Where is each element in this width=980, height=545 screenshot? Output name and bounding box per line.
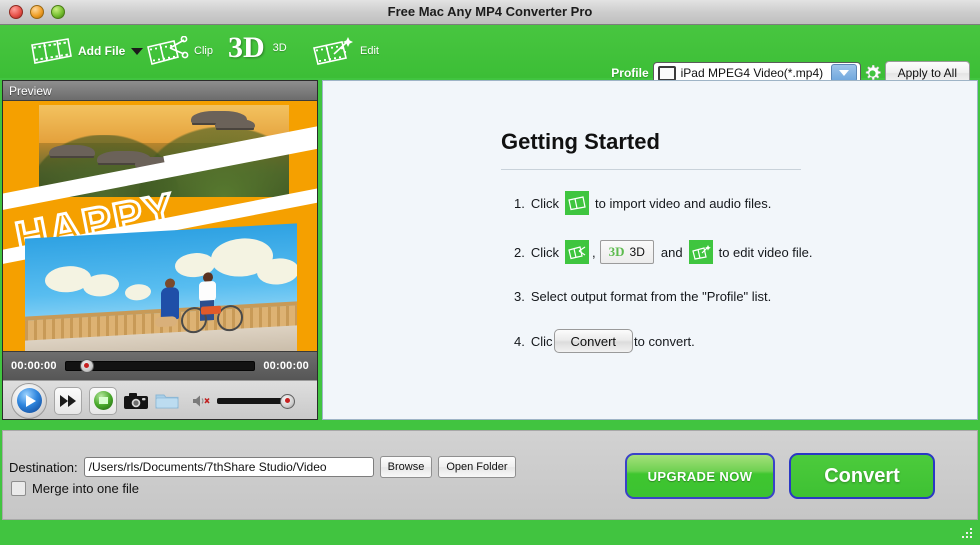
- green-separator: [0, 420, 980, 430]
- step-4: 4. Clic Convert to convert.: [511, 329, 971, 353]
- convert-button-illustration-label: Convert: [570, 333, 617, 349]
- toolbar-item-3d[interactable]: 3D 3D: [228, 33, 287, 63]
- step-1: 1. Click to import video and audio files…: [511, 191, 971, 215]
- magic-wand-film-icon[interactable]: [688, 240, 713, 264]
- merge-checkbox[interactable]: [11, 481, 26, 496]
- step-2-and: and: [660, 244, 683, 260]
- step-1-number: 1.: [514, 195, 525, 211]
- seek-track[interactable]: [64, 359, 256, 373]
- speaker-muted-icon: [193, 395, 210, 406]
- snapshot-button[interactable]: [124, 392, 148, 409]
- profile-selected-value: iPad MPEG4 Video(*.mp4): [680, 66, 824, 80]
- browse-label: Browse: [387, 461, 425, 473]
- fast-forward-button[interactable]: [54, 386, 82, 415]
- toolbar-label-3d: 3D: [272, 42, 287, 54]
- toolbar-label-add-file: Add File: [78, 44, 126, 58]
- upgrade-now-button[interactable]: UPGRADE NOW: [625, 453, 775, 499]
- film-strip-icon: [31, 38, 72, 64]
- convert-button[interactable]: Convert: [789, 453, 935, 499]
- upgrade-now-label: UPGRADE NOW: [647, 468, 753, 484]
- step-3-number: 3.: [514, 289, 525, 304]
- merge-row[interactable]: Merge into one file: [11, 481, 139, 496]
- poster-artwork: HAPPY LIFE: [3, 101, 317, 351]
- seek-handle[interactable]: [79, 359, 94, 373]
- merge-label: Merge into one file: [32, 481, 139, 496]
- open-snapshot-folder-button[interactable]: [155, 392, 179, 410]
- toolbar: Add File Clip 3D 3D Edit Profile iPad MP…: [0, 25, 980, 85]
- getting-started-panel: Getting Started 1. Click to import video…: [322, 80, 978, 420]
- 3d-glyph-icon: 3D: [228, 31, 265, 64]
- cta-buttons: UPGRADE NOW Convert: [625, 453, 935, 499]
- step-2-pre: Click: [530, 244, 560, 260]
- seek-bar[interactable]: 00:00:00 00:00:00: [3, 351, 317, 380]
- step-2-comma: ,: [592, 244, 596, 260]
- step-4-post: to convert.: [634, 333, 695, 349]
- convert-label: Convert: [824, 464, 900, 487]
- step-4-pre: Clic: [530, 333, 553, 349]
- step-1-pre: Click: [530, 195, 560, 211]
- title-bar: Free Mac Any MP4 Converter Pro: [0, 0, 980, 25]
- application-window: Free Mac Any MP4 Converter Pro Add File …: [0, 0, 980, 545]
- toolbar-label-edit: Edit: [360, 45, 379, 57]
- 3d-button-label: 3D: [629, 245, 645, 259]
- step-2-number: 2.: [514, 244, 525, 260]
- toolbar-item-edit[interactable]: Edit: [310, 36, 379, 66]
- resize-grip[interactable]: [961, 527, 975, 541]
- window-title: Free Mac Any MP4 Converter Pro: [387, 4, 593, 19]
- step-2-post: to edit video file.: [718, 244, 813, 260]
- time-total: 00:00:00: [263, 360, 309, 372]
- volume-slider[interactable]: [217, 393, 295, 409]
- browse-button[interactable]: Browse: [379, 456, 433, 478]
- page-title: Getting Started: [501, 129, 660, 154]
- magic-wand-film-icon: [313, 37, 353, 65]
- toolbar-item-add-file[interactable]: Add File: [28, 36, 144, 66]
- 3d-glyph-icon: 3D: [608, 244, 625, 259]
- scissors-film-icon[interactable]: [565, 240, 590, 264]
- destination-input[interactable]: /Users/rls/Documents/7thShare Studio/Vid…: [83, 457, 374, 477]
- stop-icon: [93, 391, 113, 410]
- step-3-text: Select output format from the "Profile" …: [530, 289, 772, 304]
- apply-to-all-label: Apply to All: [897, 66, 957, 80]
- stop-button[interactable]: [89, 386, 117, 415]
- destination-row: Destination: /Users/rls/Documents/7thSha…: [9, 456, 516, 478]
- poster-illustration: [25, 223, 297, 351]
- play-icon: [16, 388, 42, 413]
- step-1-post: to import video and audio files.: [595, 195, 772, 211]
- volume-handle[interactable]: [280, 393, 295, 409]
- time-current: 00:00:00: [11, 360, 57, 372]
- chevron-down-icon[interactable]: [131, 47, 144, 55]
- preview-panel: Preview HAPPY LIFE: [2, 80, 318, 420]
- destination-label: Destination:: [9, 459, 78, 475]
- play-button[interactable]: [11, 382, 47, 419]
- convert-button-illustration[interactable]: Convert: [553, 329, 634, 353]
- open-folder-label: Open Folder: [446, 461, 508, 473]
- preview-header: Preview: [3, 81, 317, 101]
- toolbar-item-clip[interactable]: Clip: [144, 36, 213, 66]
- video-preview-area[interactable]: HAPPY LIFE: [3, 101, 317, 351]
- step-3: 3. Select output format from the "Profil…: [511, 289, 971, 304]
- open-folder-button[interactable]: Open Folder: [438, 456, 516, 478]
- toolbar-label-clip: Clip: [194, 45, 213, 57]
- bottom-bar: Destination: /Users/rls/Documents/7thSha…: [2, 430, 978, 520]
- camera-icon: [124, 393, 148, 409]
- mute-button[interactable]: [192, 393, 210, 409]
- steps-list: 1. Click to import video and audio files…: [511, 191, 971, 378]
- fast-forward-icon: [60, 394, 76, 407]
- film-strip-icon[interactable]: [565, 191, 590, 215]
- player-controls: [3, 380, 317, 419]
- folder-icon: [155, 394, 179, 408]
- scissors-film-icon: [147, 36, 189, 65]
- monitor-icon: [657, 65, 676, 81]
- 3d-button[interactable]: 3D 3D: [599, 240, 654, 264]
- step-2: 2. Click , 3D 3D and to edit video file.: [511, 240, 971, 264]
- step-4-number: 4.: [514, 333, 525, 349]
- divider: [501, 169, 801, 170]
- profile-label: Profile: [611, 66, 649, 80]
